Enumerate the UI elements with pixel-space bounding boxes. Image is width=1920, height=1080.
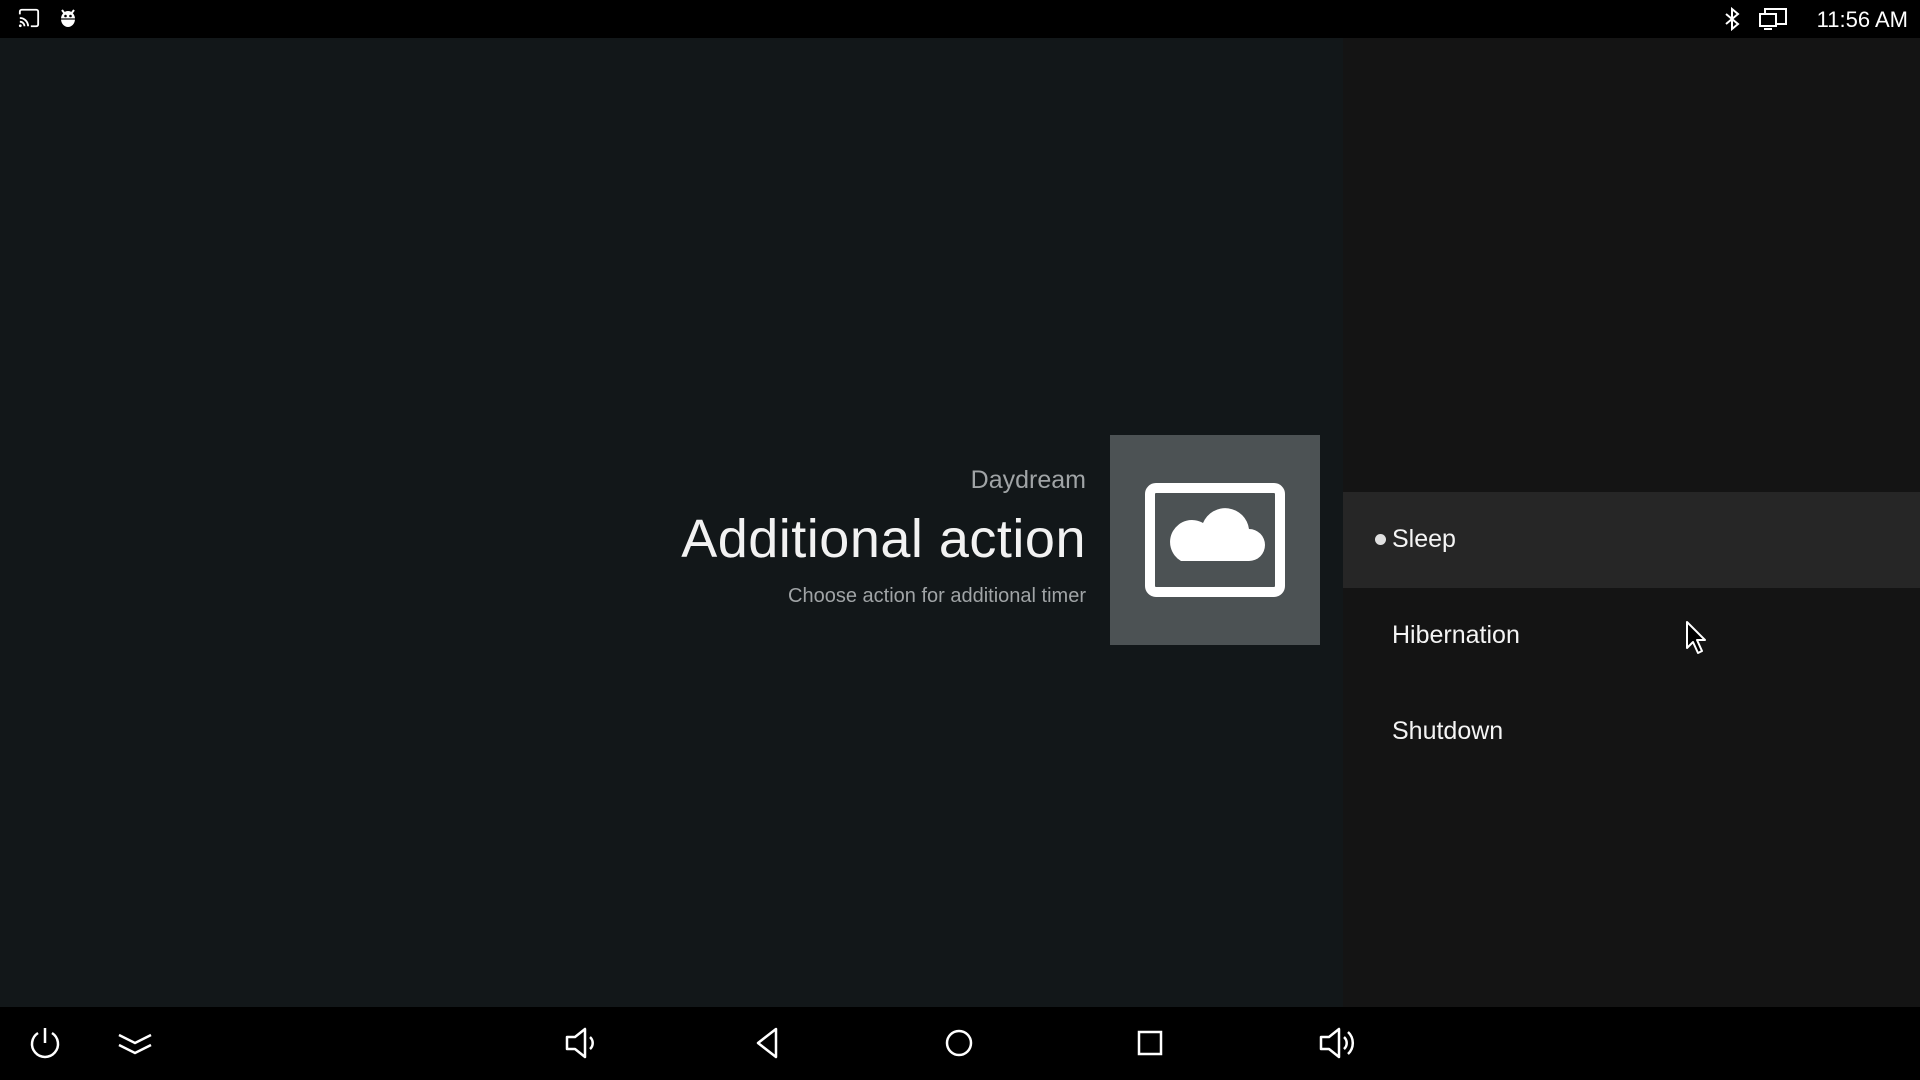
mouse-pointer-icon — [1685, 620, 1709, 661]
action-label: Shutdown — [1392, 717, 1504, 745]
breadcrumb: Daydream — [970, 466, 1086, 494]
daydream-cloud-icon — [1145, 483, 1285, 597]
recents-icon[interactable] — [1128, 1021, 1172, 1065]
cast-icon — [18, 7, 40, 34]
collapse-icon[interactable] — [113, 1021, 157, 1065]
power-icon[interactable] — [23, 1021, 67, 1065]
action-label: Hibernation — [1392, 621, 1520, 649]
bluetooth-icon — [1722, 6, 1742, 36]
action-item-hibernation[interactable]: Hibernation — [1343, 588, 1920, 684]
volume-down-icon[interactable] — [559, 1021, 603, 1065]
home-icon[interactable] — [937, 1021, 981, 1065]
back-icon[interactable] — [746, 1021, 790, 1065]
clock: 11:56 AM — [1816, 7, 1908, 32]
android-debug-icon — [58, 7, 78, 36]
page-description: Choose action for additional timer — [788, 585, 1086, 607]
status-bar: 11:56 AM — [0, 0, 1920, 38]
action-item-shutdown[interactable]: Shutdown — [1343, 684, 1920, 780]
page-title: Additional action — [681, 509, 1086, 569]
display-icon — [1758, 7, 1788, 36]
action-label: Sleep — [1392, 525, 1456, 553]
navigation-bar — [0, 1007, 1920, 1080]
volume-up-icon[interactable] — [1315, 1021, 1359, 1065]
action-item-sleep[interactable]: Sleep — [1343, 492, 1920, 588]
selected-indicator — [1375, 534, 1386, 545]
daydream-tile — [1110, 435, 1320, 645]
